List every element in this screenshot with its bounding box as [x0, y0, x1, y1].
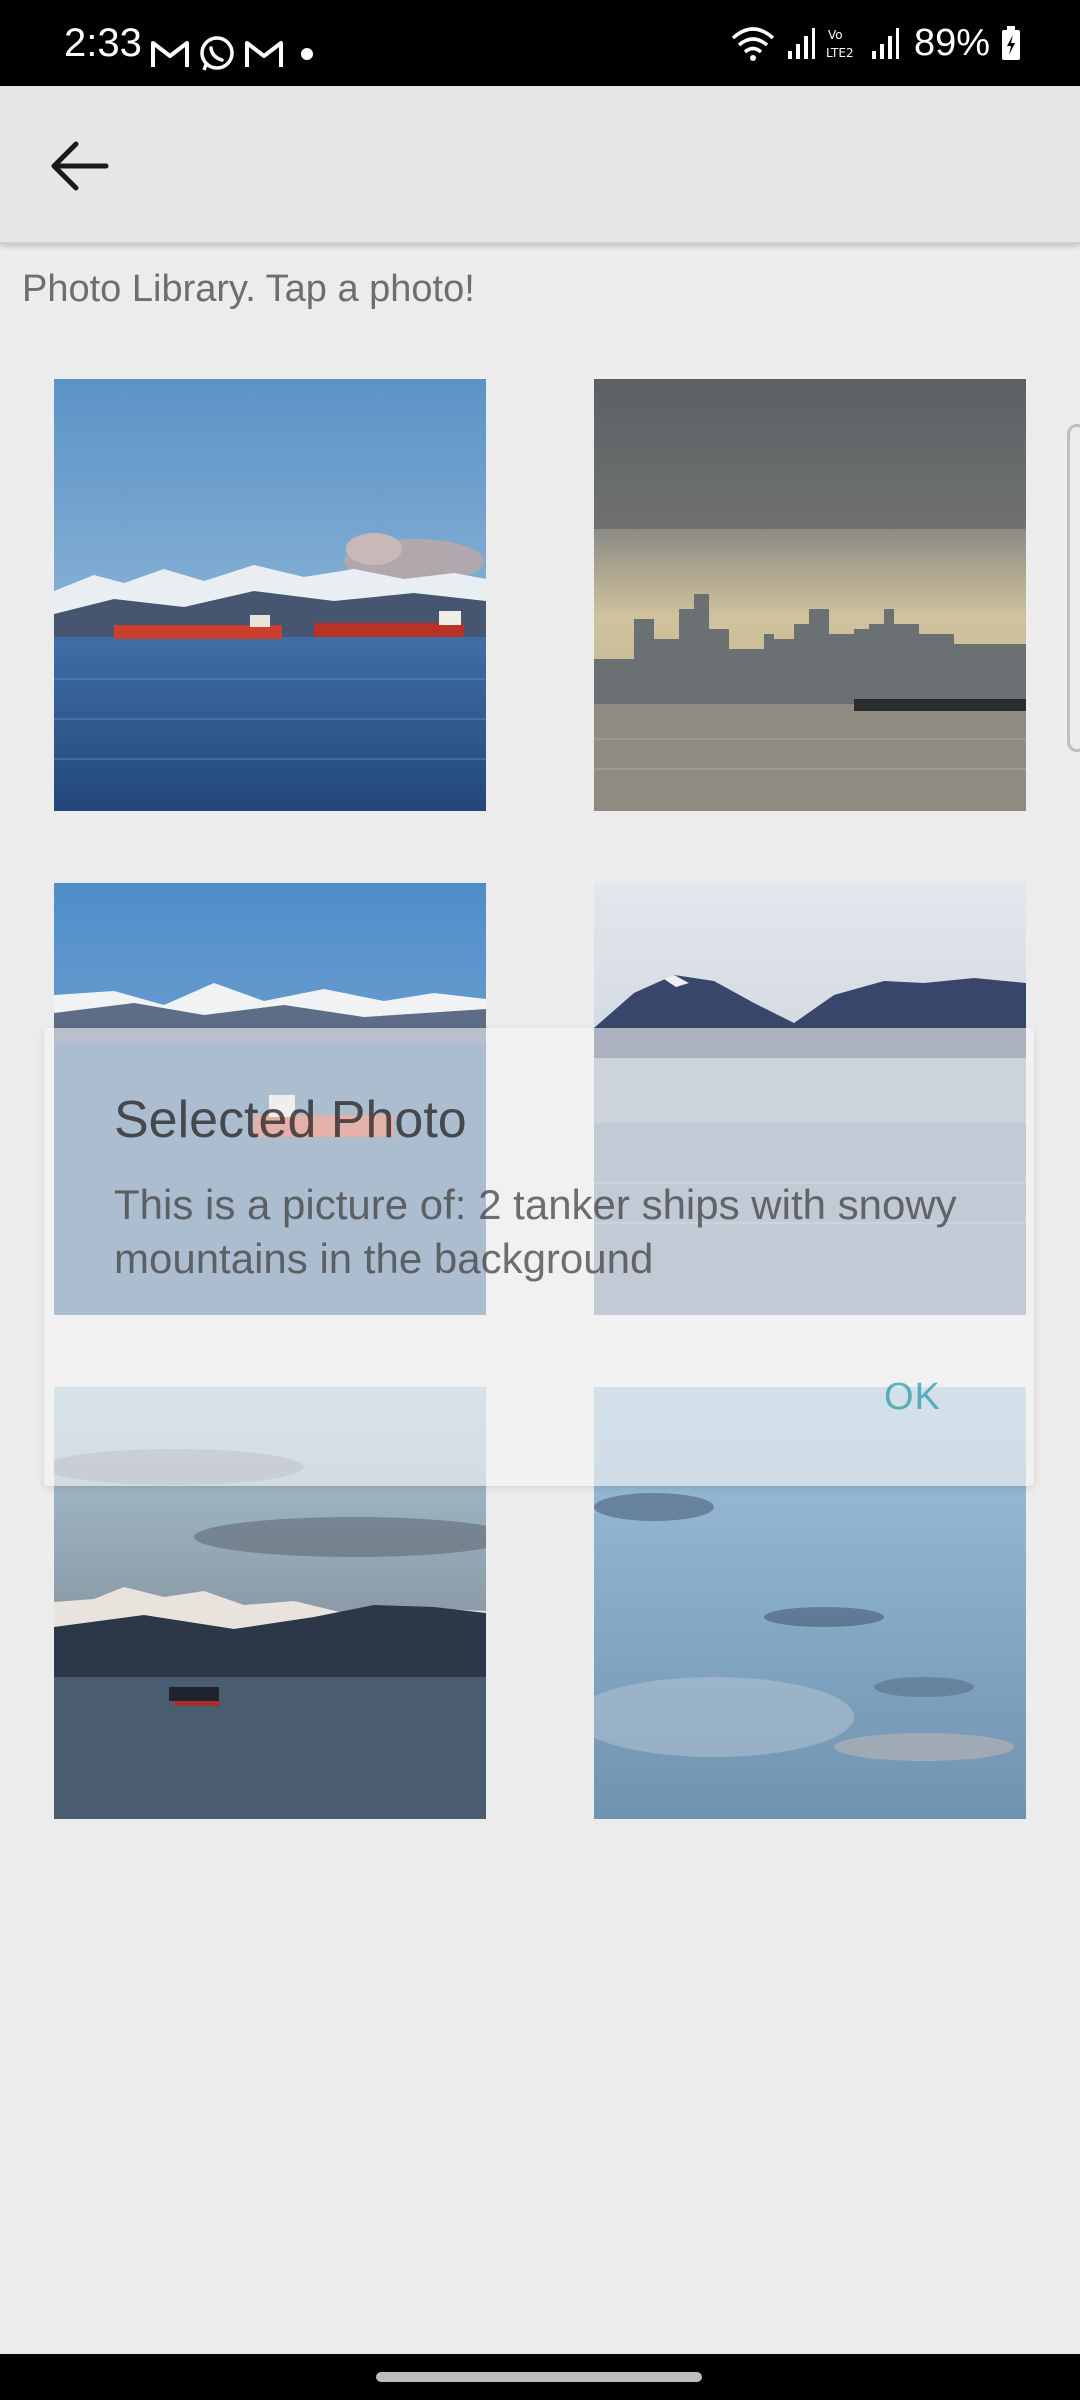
ok-button[interactable]: OK: [884, 1376, 941, 1419]
wifi-icon: [731, 27, 775, 61]
scrollbar[interactable]: [1067, 424, 1080, 752]
app-bar: [0, 86, 1080, 244]
dialog-message: This is a picture of: 2 tanker ships wit…: [114, 1181, 957, 1282]
dialog-title: Selected Photo: [114, 1091, 467, 1149]
selected-photo-dialog: Selected Photo This is a picture of: 2 t…: [44, 1028, 1034, 1486]
navigation-bar: [0, 2354, 1080, 2400]
status-bar: 2:33 Vo LTE2 89%: [0, 0, 1080, 86]
notification-icons: [150, 34, 330, 74]
gmail-icon: [151, 41, 189, 67]
photo-tanker-ships[interactable]: [54, 379, 486, 811]
svg-text:Vo: Vo: [828, 28, 843, 42]
volte-icon: Vo LTE2: [826, 28, 854, 60]
library-label: Photo Library. Tap a photo!: [22, 268, 475, 310]
photo-image: [54, 379, 486, 811]
dot-icon: [301, 48, 313, 60]
status-time: 2:33: [64, 21, 142, 65]
gmail-icon: [245, 41, 283, 67]
back-button[interactable]: [40, 126, 120, 206]
battery-level: 89%: [913, 22, 990, 64]
home-indicator[interactable]: [376, 2372, 702, 2382]
photo-image: [594, 379, 1026, 811]
arrow-left-icon: [51, 141, 109, 191]
svg-text:LTE2: LTE2: [826, 46, 854, 60]
battery-icon: [1002, 26, 1020, 60]
photo-city-skyline[interactable]: [594, 379, 1026, 811]
signal-icon: [787, 28, 815, 59]
system-icons: Vo LTE2 89%: [720, 20, 1022, 66]
signal-icon: [871, 28, 899, 59]
whatsapp-icon: [200, 36, 234, 71]
